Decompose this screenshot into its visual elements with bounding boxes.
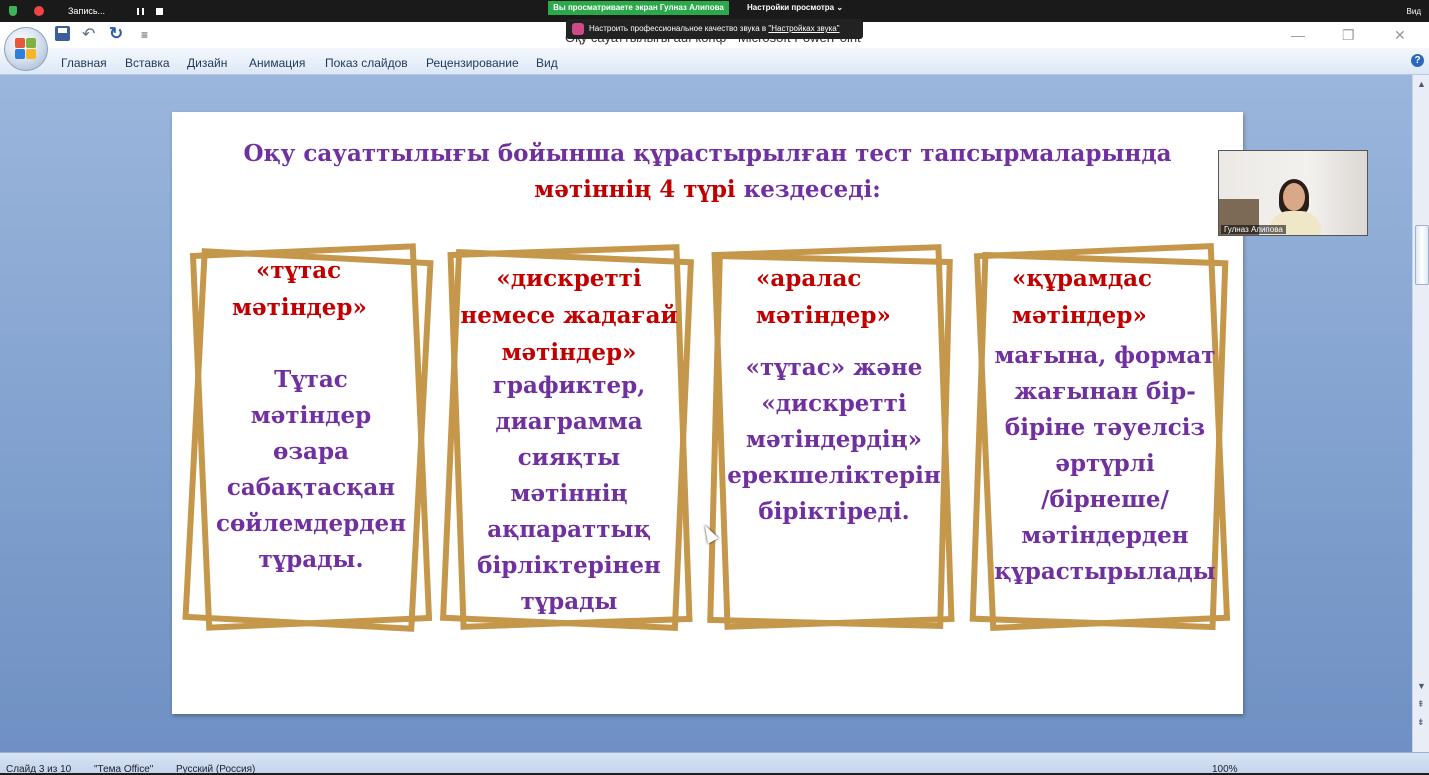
participant-face (1283, 183, 1305, 211)
undo-icon[interactable]: ↶ (82, 27, 95, 43)
zoom-level[interactable]: 100% (1212, 764, 1238, 775)
card-body: мағына, формат жағынан бір-біріне тәуелсі… (994, 342, 1216, 585)
title-line-2: мәтіннің 4 түрі кездеседі: (172, 172, 1243, 208)
record-icon (34, 6, 44, 16)
scroll-up-icon[interactable]: ▲ (1417, 79, 1426, 89)
minimize-button[interactable]: — (1291, 27, 1305, 43)
pause-recording-icon[interactable] (137, 8, 144, 15)
close-button[interactable]: ✕ (1394, 27, 1406, 44)
restore-button[interactable]: ❐ (1342, 27, 1355, 44)
music-note-icon (572, 23, 584, 35)
recording-label: Запись... (68, 6, 106, 16)
tab-design[interactable]: Дизайн (187, 56, 227, 70)
tab-view[interactable]: Вид (536, 56, 558, 70)
card-heading: «құрамдас мәтіндер» (1012, 265, 1153, 329)
card-body: «тұтас» және «дискретті мәтіндердің» ерекше… (727, 354, 941, 525)
office-logo-icon (15, 38, 25, 48)
tab-home[interactable]: Главная (61, 56, 107, 70)
card-heading: «тұтас мәтіндер» (232, 257, 367, 321)
next-slide-icon[interactable]: ⇟ (1417, 717, 1425, 728)
stop-recording-icon[interactable] (156, 8, 163, 15)
status-bar: Слайд 3 из 10 "Тема Office" Русский (Рос… (0, 752, 1429, 775)
tab-insert[interactable]: Вставка (125, 56, 170, 70)
participant-video-tile[interactable]: Гулназ Алипова (1218, 150, 1368, 236)
audio-quality-tooltip[interactable]: Настроить профессиональное качество звук… (566, 19, 863, 39)
text-type-card-2: «дискретті немесе жадағай мәтіндер» график… (440, 242, 698, 634)
previous-slide-icon[interactable]: ⇞ (1417, 699, 1425, 710)
vertical-scrollbar[interactable]: ▲ ▼ ⇞ ⇟ (1412, 75, 1429, 752)
view-options-menu[interactable]: Настройки просмотра ⌄ (747, 3, 843, 12)
security-shield-icon[interactable] (9, 6, 17, 16)
help-icon[interactable]: ? (1411, 54, 1424, 67)
card-heading: «дискретті немесе жадағай мәтіндер» (460, 265, 678, 366)
tooltip-text: Настроить профессиональное качество звук… (589, 24, 767, 33)
tab-animation[interactable]: Анимация (249, 56, 305, 70)
tab-review[interactable]: Рецензирование (426, 56, 519, 70)
text-type-card-4: «құрамдас мәтіндер» мағына, формат жағынан… (966, 242, 1238, 634)
participant-name: Гулназ Алипова (1221, 225, 1286, 234)
card-heading: «аралас мәтіндер» (756, 265, 891, 329)
language-indicator[interactable]: Русский (Россия) (176, 764, 255, 775)
slide-counter: Слайд 3 из 10 (6, 764, 72, 775)
customize-qat-icon[interactable]: ≡ (141, 28, 148, 42)
save-icon[interactable] (55, 26, 70, 41)
title-line-1: Оқу сауаттылығы бойынша құрастырылған те… (243, 140, 1172, 167)
card-body: Тұтас мәтіндер өзара сабақтасқан сөйлемдерде… (215, 366, 407, 573)
repeat-icon[interactable]: ↻ (109, 25, 123, 43)
card-body: графиктер, диаграмма сияқты мәтіннің ақпарат… (477, 372, 661, 615)
slide-canvas[interactable]: Оқу сауаттылығы бойынша құрастырылған те… (172, 112, 1243, 714)
office-button[interactable] (4, 27, 48, 71)
scroll-down-icon[interactable]: ▼ (1417, 681, 1426, 691)
tab-slideshow[interactable]: Показ слайдов (325, 56, 408, 70)
sharing-indicator: Вы просматриваете экран Гулназ Алипова (548, 1, 729, 15)
audio-settings-link[interactable]: "Настройках звука" (768, 24, 839, 33)
title-line-2-rest: кездеседі: (735, 176, 881, 203)
scroll-thumb[interactable] (1415, 225, 1429, 285)
text-type-card-1: «тұтас мәтіндер» Тұтас мәтіндер өзара сабақ… (182, 242, 434, 634)
title-highlight: мәтіннің 4 түрі (534, 176, 736, 203)
slide-title: Оқу сауаттылығы бойынша құрастырылған те… (172, 136, 1243, 208)
view-menu[interactable]: Вид (1407, 7, 1421, 16)
theme-name: "Тема Office" (94, 764, 154, 775)
text-type-card-3: «аралас мәтіндер» «тұтас» және «дискретті м… (704, 242, 964, 634)
